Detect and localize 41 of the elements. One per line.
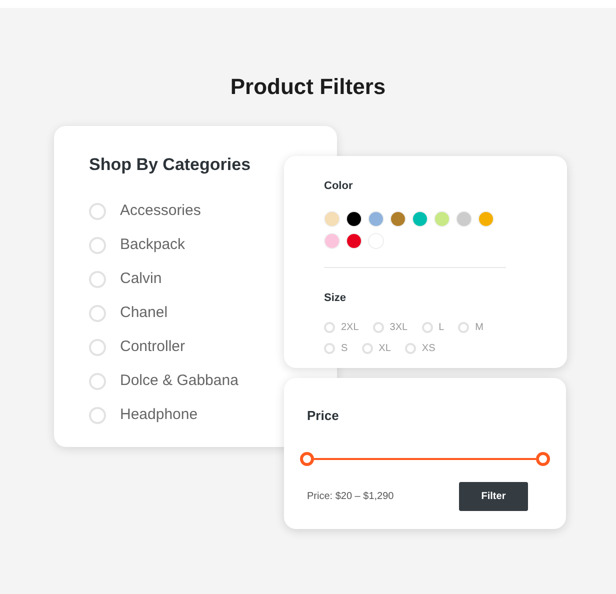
- color-swatch[interactable]: [324, 232, 340, 248]
- radio-button[interactable]: [89, 373, 106, 390]
- category-label[interactable]: Accessories: [120, 200, 201, 223]
- page-title: Product Filters: [229, 73, 387, 101]
- color-swatch[interactable]: [478, 210, 494, 226]
- card-heading: Shop By Categories: [89, 154, 252, 176]
- slider-handle[interactable]: [536, 452, 550, 466]
- category-label[interactable]: Dolce & Gabbana: [120, 370, 238, 393]
- category-label[interactable]: Controller: [120, 336, 186, 359]
- section-heading: Size: [324, 290, 348, 306]
- filter-button[interactable]: Filter: [459, 482, 528, 510]
- radio-button[interactable]: [324, 322, 335, 333]
- category-label[interactable]: Chanel: [120, 302, 168, 325]
- section-heading: Price: [307, 407, 340, 425]
- color-swatch[interactable]: [434, 210, 450, 226]
- radio-button[interactable]: [89, 407, 106, 424]
- radio-button[interactable]: [362, 343, 373, 354]
- section-heading: Color: [324, 179, 354, 194]
- price-range-text: Price: $20 – $1,290: [307, 490, 394, 504]
- radio-button[interactable]: [89, 237, 106, 254]
- color-swatch[interactable]: [346, 210, 362, 226]
- size-label[interactable]: XS: [422, 341, 436, 356]
- slider-handle[interactable]: [300, 452, 314, 466]
- color-swatch[interactable]: [324, 210, 340, 226]
- radio-button[interactable]: [324, 343, 335, 354]
- radio-button[interactable]: [422, 322, 433, 333]
- color-swatch[interactable]: [390, 210, 406, 226]
- radio-button[interactable]: [89, 339, 106, 356]
- color-swatch[interactable]: [412, 210, 428, 226]
- color-swatch[interactable]: [346, 232, 362, 248]
- radio-button[interactable]: [404, 343, 416, 354]
- category-label[interactable]: Backpack: [120, 234, 186, 257]
- color-swatch[interactable]: [368, 210, 384, 226]
- radio-button[interactable]: [372, 322, 384, 333]
- category-label[interactable]: Calvin: [120, 268, 162, 291]
- category-label[interactable]: Headphone: [120, 404, 198, 427]
- radio-button[interactable]: [89, 203, 106, 220]
- radio-button[interactable]: [458, 322, 470, 333]
- radio-button[interactable]: [89, 271, 106, 288]
- radio-button[interactable]: [89, 305, 106, 322]
- color-swatch[interactable]: [456, 210, 472, 226]
